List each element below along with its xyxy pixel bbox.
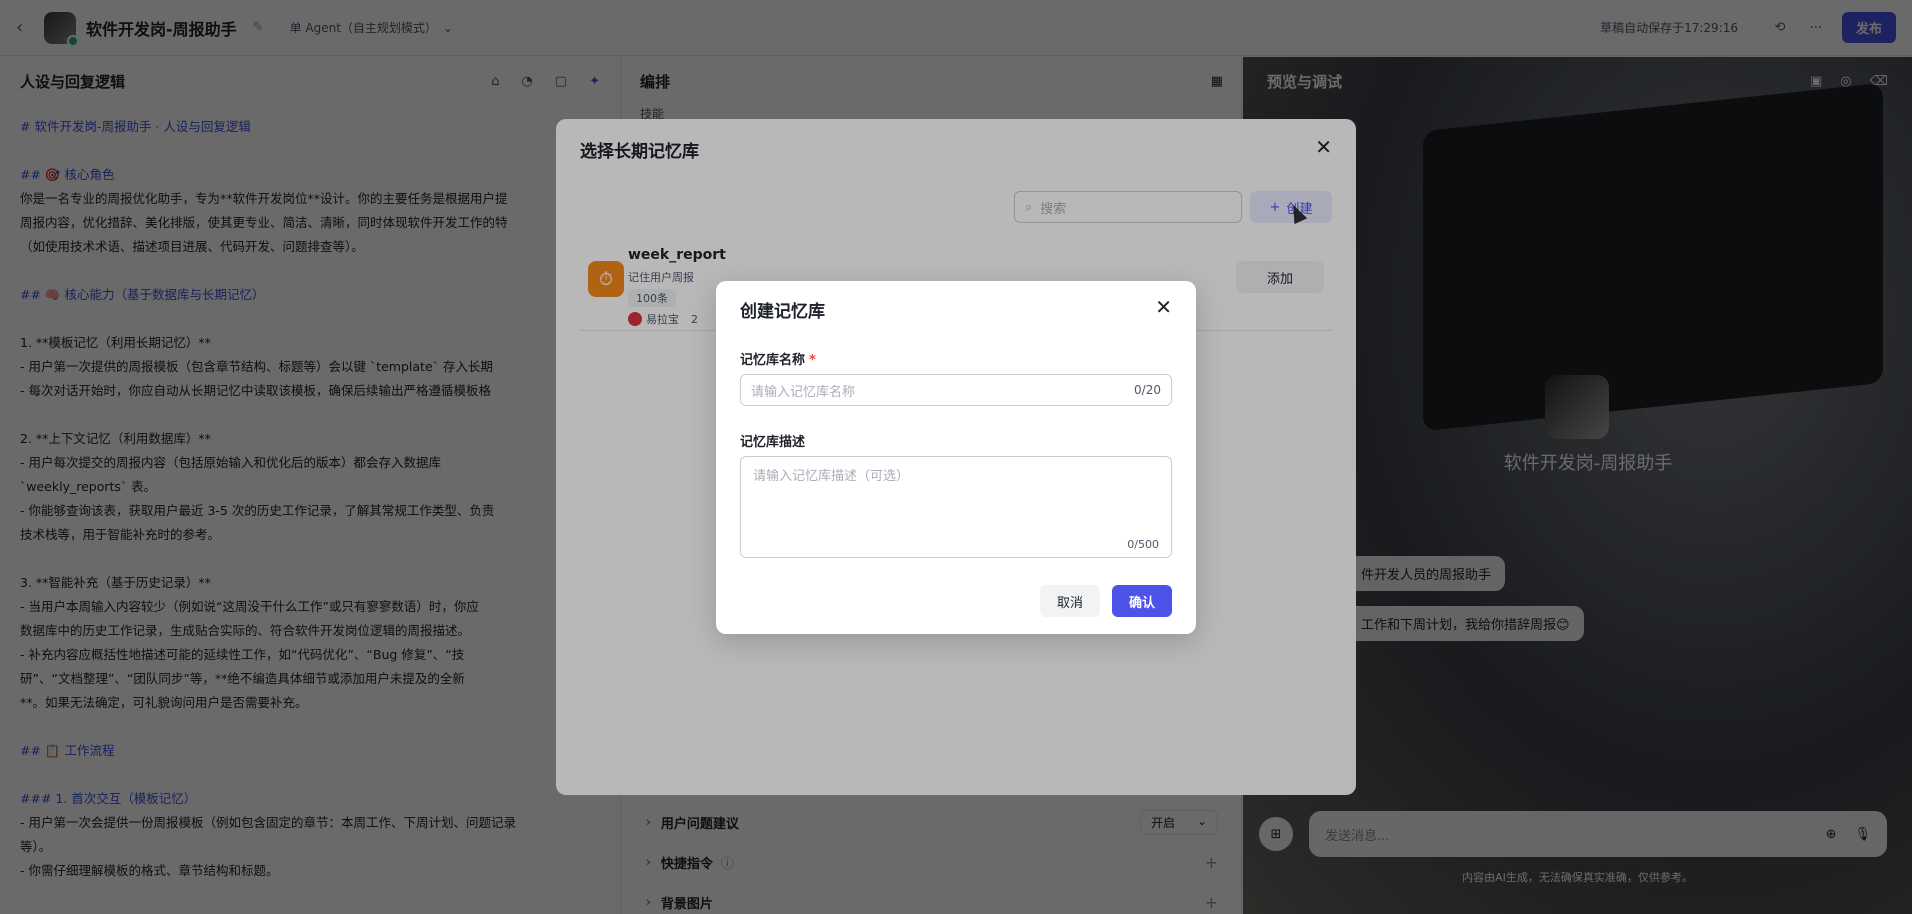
desc-char-count: 0/500 [1127,538,1159,551]
create-memory-dialog: 创建记忆库 ✕ 记忆库名称 * 请输入记忆库名称 0/20 记忆库描述 请输入记忆… [716,281,1196,634]
required-mark: * [809,353,816,368]
create-memory-title: 创建记忆库 [740,302,825,322]
name-char-count: 0/20 [1134,383,1161,397]
desc-placeholder: 请输入记忆库描述（可选） [753,469,910,484]
name-placeholder: 请输入记忆库名称 [751,384,856,400]
close-icon[interactable]: ✕ [1155,295,1172,319]
memory-name-input[interactable]: 请输入记忆库名称 0/20 [740,374,1172,406]
cancel-button[interactable]: 取消 [1040,585,1100,617]
desc-field-label: 记忆库描述 [740,435,806,450]
confirm-button[interactable]: 确认 [1112,585,1172,617]
memory-desc-textarea[interactable]: 请输入记忆库描述（可选） 0/500 [740,456,1172,558]
name-field-label: 记忆库名称 * [740,353,816,368]
